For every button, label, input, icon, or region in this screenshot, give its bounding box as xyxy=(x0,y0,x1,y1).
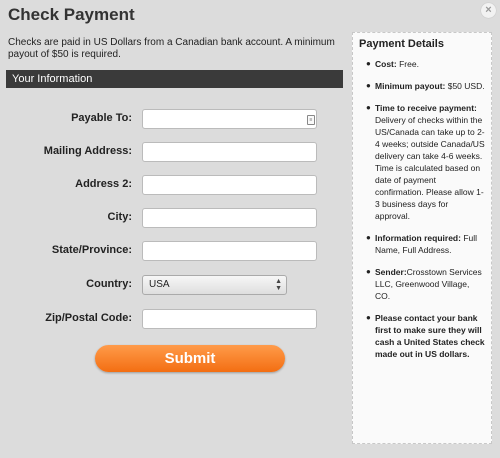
zip-label: Zip/Postal Code: xyxy=(45,312,132,324)
country-select-value: USA xyxy=(149,279,170,290)
city-input[interactable] xyxy=(142,208,317,228)
address2-row: Address 2: xyxy=(0,175,345,195)
list-item: ● Sender:Crosstown Services LLC, Greenwoo… xyxy=(366,267,482,301)
section-header: Your Information xyxy=(6,70,343,88)
submit-button[interactable]: Submit xyxy=(95,345,285,372)
state-row: State/Province: xyxy=(0,241,345,261)
city-label: City: xyxy=(107,211,132,223)
list-item: ● Information required: Full Name, Full A… xyxy=(366,233,478,255)
payable-to-label: Payable To: xyxy=(71,112,132,124)
country-row: Country: USA ▲ ▼ xyxy=(0,275,345,295)
list-item: ● Cost: Free. xyxy=(366,59,419,69)
modal-title: Check Payment xyxy=(8,5,135,24)
state-label: State/Province: xyxy=(51,244,132,256)
country-label: Country: xyxy=(86,278,132,290)
payment-details-title: Payment Details xyxy=(359,38,444,50)
select-arrows-icon: ▲ ▼ xyxy=(275,278,282,292)
zip-input[interactable] xyxy=(142,309,317,329)
mailing-address-label: Mailing Address: xyxy=(43,145,132,157)
list-item: ● Minimum payout: $50 USD. xyxy=(366,81,485,91)
zip-row: Zip/Postal Code: xyxy=(0,309,345,329)
payment-details-list: ● Cost: Free. ● Minimum payout: $50 USD. ●… xyxy=(366,58,485,370)
city-row: City: xyxy=(0,208,345,228)
address2-input[interactable] xyxy=(142,175,317,195)
mailing-address-input[interactable] xyxy=(142,142,317,162)
payment-details-panel: Payment Details ● Cost: Free. ● Minimum pa… xyxy=(352,32,492,444)
address2-label: Address 2: xyxy=(75,178,132,190)
payable-to-row: Payable To: ≡ xyxy=(0,109,345,129)
country-select[interactable]: USA ▲ ▼ xyxy=(142,275,287,295)
mailing-address-row: Mailing Address: xyxy=(0,142,345,162)
state-input[interactable] xyxy=(142,241,317,261)
list-item: ● Time to receive payment: Delivery of ch… xyxy=(366,103,485,221)
contact-card-icon[interactable]: ≡ xyxy=(307,115,315,125)
payable-to-input[interactable] xyxy=(142,109,317,129)
close-icon[interactable]: × xyxy=(481,3,496,18)
list-item: ● Please contact your bank first to make … xyxy=(366,313,485,359)
intro-text: Checks are paid in US Dollars from a Can… xyxy=(8,37,335,60)
